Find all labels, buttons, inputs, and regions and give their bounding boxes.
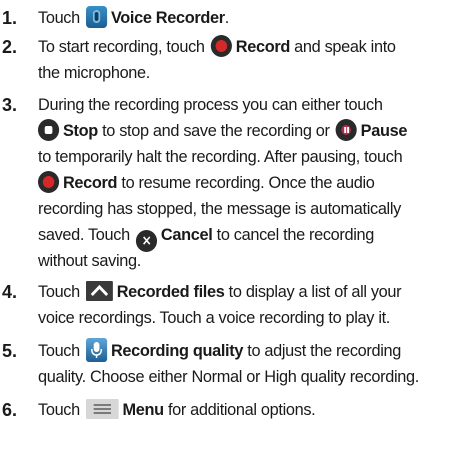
text: .: [224, 8, 230, 27]
text-line: Touch Menu for additional options.: [38, 397, 454, 423]
stop-icon: [38, 119, 60, 141]
ui-label: Record: [62, 173, 118, 192]
text: Touch: [38, 400, 80, 419]
text-line: During the recording process you can eit…: [38, 95, 383, 114]
ui-label: Menu: [122, 400, 164, 419]
ui-label: Pause: [360, 121, 408, 140]
step-number: 4.: [2, 282, 18, 302]
menu-icon: [86, 399, 119, 419]
step-text: Touch Menu for additional options.: [38, 397, 454, 423]
text: Touch: [38, 282, 80, 301]
recorded-files-icon: [86, 281, 113, 301]
text-line: quality. Choose either Normal or High qu…: [38, 367, 419, 386]
step-number: 6.: [2, 400, 18, 420]
step-number: 3.: [2, 95, 18, 115]
text-line: the microphone.: [38, 63, 150, 82]
record-icon: [38, 171, 60, 193]
step-text: During the recording process you can eit…: [38, 92, 454, 274]
recording-quality-icon: [86, 338, 108, 362]
text: To start recording, touch: [38, 37, 205, 56]
text: to cancel the recording: [212, 225, 375, 244]
text-line: to temporarily halt the recording. After…: [38, 147, 403, 166]
ui-label: Stop: [62, 121, 98, 140]
text-line: Record to resume recording. Once the aud…: [38, 170, 454, 196]
step-text: Touch Recording quality to adjust the re…: [38, 338, 454, 390]
text: Touch: [38, 8, 80, 27]
text-line: Touch Recording quality to adjust the re…: [38, 338, 454, 364]
pause-icon: [335, 119, 357, 141]
text: saved. Touch: [38, 225, 130, 244]
instruction-list: 1. Touch Voice Recorder. 2. To start rec…: [0, 0, 475, 450]
voice-recorder-app-icon: [86, 6, 108, 28]
step-number: 5.: [2, 341, 18, 361]
text: and speak into: [289, 37, 396, 56]
text-line: without saving.: [38, 251, 141, 270]
step-number: 2.: [2, 37, 18, 57]
ui-label: Cancel: [160, 225, 213, 244]
step-number: 1.: [2, 8, 18, 28]
text-line: Touch Recorded files to display a list o…: [38, 279, 454, 305]
record-icon: [210, 35, 232, 57]
text-line: Stop to stop and save the recording or P…: [38, 118, 454, 144]
cancel-icon: ×: [135, 230, 158, 252]
text-line: To start recording, touch Record and spe…: [38, 34, 454, 60]
text-line: saved. Touch × Cancel to cancel the recor…: [38, 222, 454, 252]
text: to resume recording. Once the audio: [117, 173, 375, 192]
text: to adjust the recording: [243, 341, 402, 360]
step-text: To start recording, touch Record and spe…: [38, 34, 454, 86]
ui-label: Recorded files: [116, 282, 225, 301]
text: Touch: [38, 341, 80, 360]
text-line: recording has stopped, the message is au…: [38, 199, 401, 218]
text: to display a list of all your: [224, 282, 402, 301]
step-text: Touch Recorded files to display a list o…: [38, 279, 454, 331]
ui-label: Record: [235, 37, 291, 56]
step-text: Touch Voice Recorder.: [38, 5, 454, 31]
text: for additional options.: [163, 400, 316, 419]
ui-label: Voice Recorder: [110, 8, 225, 27]
text-line: voice recordings. Touch a voice recordin…: [38, 308, 391, 327]
ui-label: Recording quality: [110, 341, 244, 360]
text: to stop and save the recording or: [97, 121, 330, 140]
text-line: Touch Voice Recorder.: [38, 5, 454, 31]
